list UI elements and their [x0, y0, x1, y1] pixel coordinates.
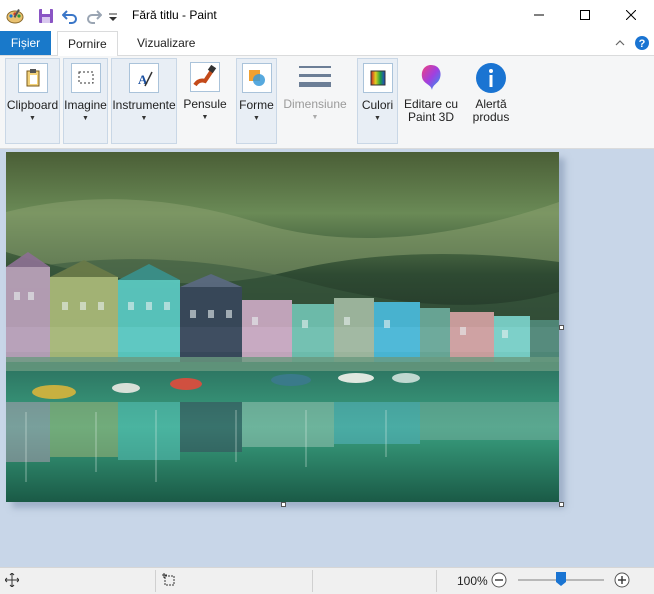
- brushes-label: Pensule: [183, 97, 227, 111]
- cursor-position-icon: [4, 572, 20, 588]
- chevron-down-icon: ▼: [201, 114, 209, 121]
- zoom-out-button[interactable]: [491, 572, 507, 588]
- svg-text:A: A: [138, 72, 148, 87]
- title-bar: Fără titlu - Paint: [0, 0, 654, 31]
- shapes-label: Forme: [239, 98, 274, 112]
- status-divider: [436, 570, 437, 592]
- resize-handle-corner[interactable]: [559, 502, 564, 507]
- chevron-up-icon[interactable]: [614, 37, 626, 49]
- chevron-down-icon: ▼: [29, 115, 36, 122]
- edit-paint3d-button[interactable]: Editare cu Paint 3D: [402, 58, 460, 144]
- size-label: Dimensiune: [283, 97, 347, 111]
- paint3d-icon: [415, 62, 447, 94]
- tab-vizualizare[interactable]: Vizualizare: [127, 31, 205, 55]
- help-icon[interactable]: ?: [634, 35, 650, 51]
- minus-icon: [491, 572, 507, 588]
- brushes-group[interactable]: Pensule ▼: [180, 58, 230, 144]
- redo-icon[interactable]: [86, 8, 103, 24]
- edit-paint3d-label: Editare cu Paint 3D: [403, 97, 459, 124]
- selection-size-icon: [162, 573, 176, 587]
- product-alert-label: Alertă produs: [472, 97, 510, 124]
- text-tool-icon: A: [129, 63, 159, 93]
- brush-icon: [190, 62, 220, 92]
- line-width-icon: [299, 64, 331, 92]
- clipboard-group[interactable]: Clipboard ▼: [5, 58, 60, 144]
- tab-pornire[interactable]: Pornire: [57, 31, 118, 57]
- shapes-icon: [241, 63, 272, 93]
- window-title: Fără titlu - Paint: [132, 8, 217, 22]
- zoom-level: 100%: [457, 574, 488, 588]
- resize-handle-bottom[interactable]: [281, 502, 286, 507]
- close-button[interactable]: [608, 0, 654, 31]
- save-icon[interactable]: [38, 8, 54, 24]
- plus-icon: [614, 572, 630, 588]
- svg-text:?: ?: [639, 38, 646, 50]
- ribbon-tabs: Fișier Pornire Vizualizare ?: [0, 31, 654, 57]
- canvas-image[interactable]: [6, 152, 559, 502]
- paint-app-icon[interactable]: [6, 7, 24, 25]
- minimize-icon: [534, 9, 544, 23]
- resize-handle-right[interactable]: [559, 325, 564, 330]
- quick-access-toolbar: [6, 6, 118, 26]
- status-divider: [312, 570, 313, 592]
- customize-qat-icon[interactable]: [108, 8, 118, 24]
- product-alert-button[interactable]: Alertă produs: [466, 58, 516, 144]
- status-divider: [155, 570, 156, 592]
- image-label: Imagine: [64, 98, 107, 112]
- ribbon: Clipboard ▼ Imagine ▼ A Instrumente ▼ Pe…: [0, 56, 654, 149]
- minimize-button[interactable]: [516, 0, 562, 31]
- clipboard-icon: [17, 63, 48, 93]
- chevron-down-icon: ▼: [82, 115, 89, 122]
- colors-group[interactable]: Culori ▼: [357, 58, 398, 144]
- zoom-slider-thumb[interactable]: [556, 572, 566, 586]
- zoom-in-button[interactable]: [614, 572, 630, 588]
- info-icon: [475, 62, 507, 94]
- size-group[interactable]: Dimensiune ▼: [281, 58, 349, 144]
- status-bar: 100%: [0, 567, 654, 594]
- chevron-down-icon: ▼: [140, 115, 148, 122]
- shapes-group[interactable]: Forme ▼: [236, 58, 277, 144]
- chevron-down-icon: ▼: [311, 114, 319, 121]
- tab-file[interactable]: Fișier: [0, 31, 51, 55]
- chevron-down-icon: ▼: [374, 115, 381, 122]
- image-group[interactable]: Imagine ▼: [63, 58, 108, 144]
- harbor-photo: [6, 152, 559, 502]
- clipboard-label: Clipboard: [6, 98, 59, 112]
- canvas-area[interactable]: [0, 149, 654, 567]
- tools-label: Instrumente: [112, 98, 176, 112]
- maximize-button[interactable]: [562, 0, 608, 31]
- color-palette-icon: [362, 63, 393, 93]
- close-icon: [625, 9, 637, 23]
- select-icon: [70, 63, 101, 93]
- undo-icon[interactable]: [61, 8, 78, 24]
- tools-group[interactable]: A Instrumente ▼: [111, 58, 177, 144]
- maximize-icon: [580, 9, 590, 23]
- chevron-down-icon: ▼: [253, 115, 260, 122]
- colors-label: Culori: [361, 98, 394, 112]
